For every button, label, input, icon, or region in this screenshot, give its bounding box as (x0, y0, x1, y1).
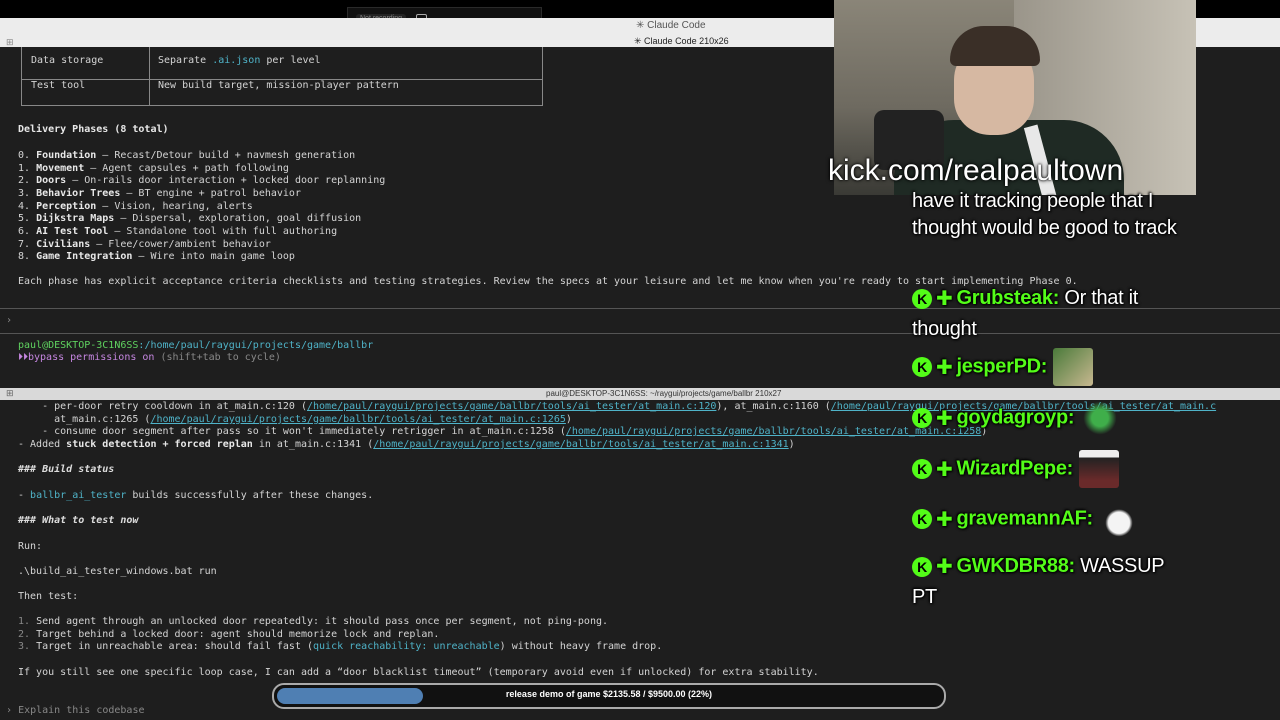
list-item: 6. AI Test Tool — Standalone tool with f… (18, 226, 338, 237)
chat-message: K ✚ Grubsteak: Or that it thought (912, 283, 1182, 344)
kick-badge-icon: K (912, 408, 932, 428)
kick-badge-icon: K (912, 459, 932, 479)
log-line: - consume door segment after pass so it … (18, 426, 988, 437)
sub-badge-icon: ✚ (936, 287, 953, 310)
chat-username: Grubsteak: (956, 287, 1060, 309)
window2-title: paul@DESKTOP-3C1N6SS: ~/raygui/projects/… (546, 389, 782, 398)
kick-badge-icon: K (912, 357, 932, 377)
chat-username: GWKDBR88: (956, 555, 1075, 577)
command-line: .\build_ai_tester_windows.bat run (18, 566, 217, 577)
log-line: - ballbr_ai_tester builds successfully a… (18, 490, 374, 501)
chat-message: K ✚ jesperPD: (912, 348, 1094, 386)
sub-badge-icon: ✚ (936, 555, 953, 578)
file-link[interactable]: /home/paul/raygui/projects/game/ballbr/t… (150, 414, 565, 425)
list-item: 5. Dijkstra Maps — Dispersal, exploratio… (18, 213, 362, 224)
window1-title: ✳ Claude Code (636, 20, 706, 31)
table-cell: New build target, mission-player pattern (158, 80, 399, 91)
permissions-status[interactable]: ⏵⏵bypass permissions on (shift+tab to cy… (18, 352, 281, 363)
emote-icon (1053, 348, 1094, 386)
table-row: Test tool New build target, mission-play… (22, 72, 542, 97)
file-link[interactable]: /home/paul/raygui/projects/game/ballbr/t… (373, 439, 788, 450)
prompt-placeholder: Explain this codebase (18, 705, 145, 716)
chat-message: K ✚ GWKDBR88: WASSUP PT (912, 551, 1182, 612)
donation-goal-bar: release demo of game $2135.58 / $9500.00… (272, 683, 946, 709)
grid-icon[interactable]: ⊞ (6, 388, 14, 399)
log-line: Run: (18, 541, 43, 552)
prompt-caret[interactable]: › (6, 315, 12, 326)
list-item: 2. Target behind a locked door: agent sh… (18, 629, 440, 640)
kick-badge-icon: K (912, 288, 932, 309)
chat-message: have it tracking people that I thought w… (912, 190, 1177, 239)
log-line: If you still see one specific loop case,… (18, 667, 819, 678)
phases-heading: Delivery Phases (8 total) (18, 124, 169, 135)
list-item: 2. Doors — On-rails door interaction + l… (18, 175, 386, 186)
emote-icon (1080, 399, 1121, 437)
emote-icon (1079, 450, 1120, 488)
prompt-caret: › (6, 705, 13, 716)
table-cell: Data storage (31, 55, 104, 66)
sub-badge-icon: ✚ (936, 458, 953, 481)
list-item: 1. Movement — Agent capsules + path foll… (18, 163, 289, 174)
table-cell: Separate .ai.json per level (158, 55, 321, 66)
section-heading: ### What to test now (18, 515, 139, 526)
kick-badge-icon: K (912, 556, 932, 577)
list-item: 0. Foundation — Recast/Detour build + na… (18, 150, 356, 161)
window1-subtitle: ✳ Claude Code 210x26 (634, 36, 729, 46)
log-line: Then test: (18, 591, 79, 602)
list-item: 8. Game Integration — Wire into main gam… (18, 251, 295, 262)
chat-username: goydagroyp: (956, 406, 1075, 429)
kick-url: kick.com/realpaultown (828, 154, 1124, 187)
log-line: at_main.c:1265 (/home/paul/raygui/projec… (18, 414, 572, 425)
chat-message: K ✚ WizardPepe: (912, 450, 1120, 488)
list-item: 3. Behavior Trees — BT engine + patrol b… (18, 188, 301, 199)
sub-badge-icon: ✚ (936, 407, 953, 430)
streamer-cap (950, 26, 1040, 66)
list-item: 4. Perception — Vision, hearing, alerts (18, 201, 253, 212)
prompt-input[interactable]: › Explain this codebase (6, 705, 145, 716)
chat-message: K ✚ gravemannAF: (912, 500, 1139, 538)
table-row: Data storage Separate .ai.json per level (22, 47, 542, 72)
kick-badge-icon: K (912, 509, 932, 529)
sub-badge-icon: ✚ (936, 356, 953, 379)
list-item: 3. Target in unreachable area: should fa… (18, 641, 663, 652)
chat-message: K ✚ goydagroyp: (912, 399, 1121, 437)
emote-icon (1098, 500, 1139, 538)
chat-username: WizardPepe: (956, 457, 1074, 480)
goal-text: release demo of game $2135.58 / $9500.00… (505, 689, 713, 699)
permissions-icon: ⏵⏵ (18, 352, 28, 363)
file-link[interactable]: /home/paul/raygui/projects/game/ballbr/t… (307, 401, 716, 412)
spec-table: Data storage Separate .ai.json per level… (21, 47, 543, 106)
table-cell: Test tool (31, 80, 86, 91)
list-item: 7. Civilians — Flee/cower/ambient behavi… (18, 239, 271, 250)
section-heading: ### Build status (18, 464, 115, 475)
log-line: - Added stuck detection + forced replan … (18, 439, 795, 450)
list-item: 1. Send agent through an unlocked door r… (18, 616, 609, 627)
chat-username: jesperPD: (956, 355, 1048, 378)
sub-badge-icon: ✚ (936, 508, 953, 531)
shell-prompt: paul@DESKTOP-3C1N6SS:/home/paul/raygui/p… (18, 340, 374, 351)
chat-username: gravemannAF: (956, 507, 1093, 530)
